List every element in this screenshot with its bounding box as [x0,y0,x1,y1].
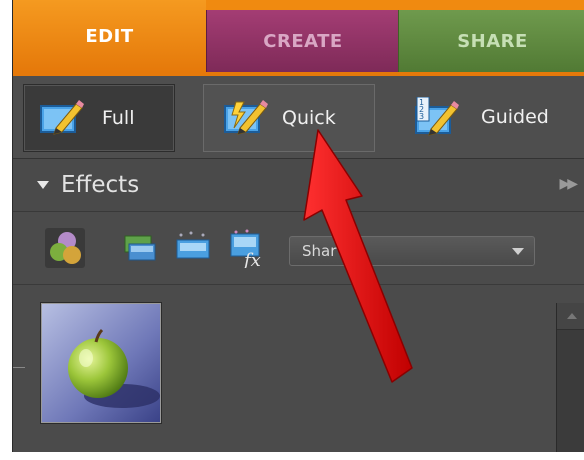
divider [13,367,25,368]
app-frame: EDIT CREATE SHARE Full Quick 1 2 3 Guide… [0,0,584,460]
vertical-scrollbar[interactable] [556,303,584,452]
layer-styles-icon[interactable] [119,228,159,268]
fx-icon[interactable]: fx [227,228,267,268]
effect-thumbnail[interactable] [41,303,161,423]
guided-mode-label: Guided [481,106,549,128]
guided-steps-icon: 1 2 3 [415,97,459,136]
editor-panel: EDIT CREATE SHARE Full Quick 1 2 3 Guide… [12,0,584,452]
collapse-caret-icon[interactable] [37,181,49,189]
chevron-down-icon [512,248,524,255]
scroll-up-button[interactable] [557,303,584,330]
photo-effects-icon[interactable] [173,228,213,268]
photo-pencil-icon [40,100,84,135]
effects-category-dropdown[interactable]: Shar n [289,236,535,266]
tab-create[interactable]: CREATE [206,10,399,72]
full-mode-label: Full [102,107,135,129]
green-apple-thumbnail [42,304,160,422]
panel-menu-icon[interactable]: ▶▶ [559,176,577,192]
workspace-tabs: EDIT CREATE SHARE [13,0,584,76]
quick-mode-button[interactable]: Quick [203,84,375,152]
svg-text:3: 3 [419,112,424,121]
quick-fix-icon [224,100,268,135]
guided-mode-button[interactable]: 1 2 3 Guided [403,84,584,150]
filters-icon[interactable] [45,228,85,268]
dropdown-selected-value: Shar n [302,242,351,260]
edit-mode-bar: Full Quick 1 2 3 Guided [13,76,584,159]
effects-type-row: fx Shar n [13,212,584,285]
effects-title: Effects [61,172,140,198]
effects-panel-header[interactable]: Effects ▶▶ [13,159,584,212]
quick-mode-label: Quick [282,107,336,129]
svg-text:fx: fx [242,250,261,268]
effects-thumbnail-area [13,285,584,452]
full-mode-button[interactable]: Full [23,84,175,152]
tab-share[interactable]: SHARE [398,10,584,72]
tab-edit[interactable]: EDIT [13,0,206,72]
